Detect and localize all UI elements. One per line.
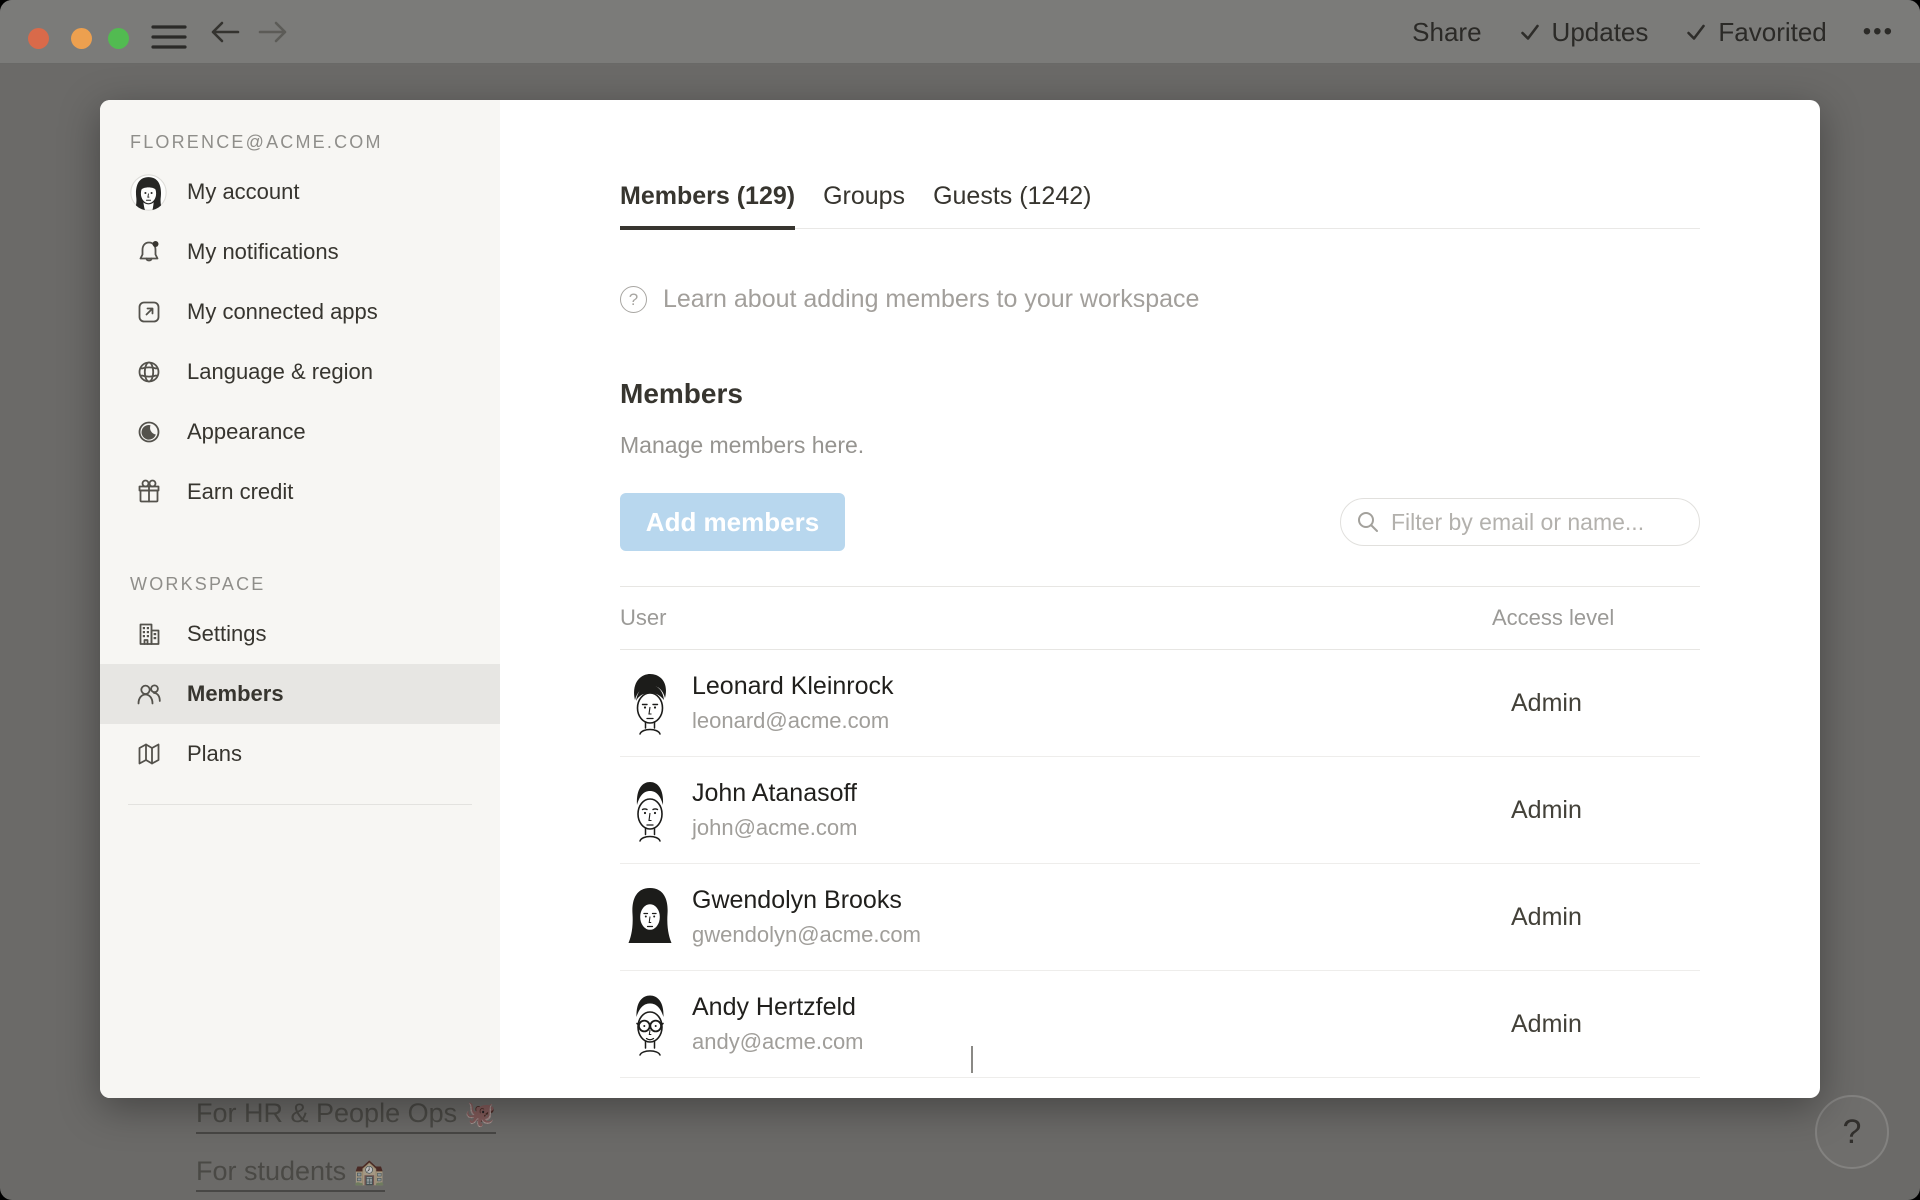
table-row[interactable]: John Atanasoff john@acme.com Admin — [620, 757, 1700, 864]
members-table-header: User Access level — [620, 586, 1700, 650]
bell-badge-icon — [130, 238, 167, 266]
members-settings-panel: Members (129) Groups Guests (1242) ? Lea… — [500, 100, 1820, 1098]
sidebar-item-appearance[interactable]: Appearance — [100, 402, 500, 462]
moon-icon — [130, 418, 167, 446]
user-avatar-icon — [130, 174, 167, 211]
table-row[interactable]: Leonard Kleinrock leonard@acme.com Admin — [620, 650, 1700, 757]
access-level-value[interactable]: Admin — [1492, 796, 1700, 825]
bg-link-students[interactable]: For students 🏫 — [196, 1156, 385, 1192]
building-icon — [130, 620, 167, 648]
sidebar-item-label: My connected apps — [187, 299, 378, 325]
workspace-section-title: WORKSPACE — [130, 576, 500, 592]
man-curly-hair-portrait-avatar — [626, 671, 674, 735]
column-header-user: User — [620, 605, 1492, 631]
text-cursor-artifact — [971, 1046, 973, 1073]
tab-guests[interactable]: Guests (1242) — [933, 182, 1091, 230]
sidebar-item-label: Earn credit — [187, 479, 293, 505]
sidebar-item-my-notifications[interactable]: My notifications — [100, 222, 500, 282]
bg-link-hr-people-ops[interactable]: For HR & People Ops 🐙 — [196, 1098, 496, 1134]
window-toolbar: Share Updates Favorited ••• — [0, 0, 1920, 64]
people-icon — [130, 680, 167, 708]
sidebar-item-label: Language & region — [187, 359, 373, 385]
man-glasses-portrait-avatar — [626, 992, 674, 1056]
access-level-value[interactable]: Admin — [1492, 1010, 1700, 1039]
sidebar-item-label: Members — [187, 681, 284, 707]
member-name: Andy Hertzfeld — [692, 993, 864, 1022]
question-circle-icon: ? — [620, 286, 647, 313]
settings-modal: FLORENCE@ACME.COM — [100, 100, 1820, 1098]
account-section-title: FLORENCE@ACME.COM — [130, 134, 500, 150]
member-name: Gwendolyn Brooks — [692, 886, 921, 915]
gift-icon — [130, 478, 167, 506]
access-level-value[interactable]: Admin — [1492, 689, 1700, 718]
more-options-button[interactable]: ••• — [1863, 18, 1894, 46]
learn-about-members-link[interactable]: ? Learn about adding members to your wor… — [620, 285, 1199, 314]
members-tabs: Members (129) Groups Guests (1242) — [620, 182, 1700, 229]
search-icon — [1355, 509, 1381, 535]
sidebar-toggle-icon[interactable] — [151, 22, 187, 52]
tab-groups[interactable]: Groups — [823, 182, 905, 230]
member-email: andy@acme.com — [692, 1029, 864, 1055]
learn-link-label: Learn about adding members to your works… — [663, 285, 1199, 314]
column-header-access-level: Access level — [1492, 605, 1700, 631]
settings-sidebar: FLORENCE@ACME.COM — [100, 100, 500, 1098]
updates-button[interactable]: Updates — [1518, 17, 1649, 48]
sidebar-item-label: Appearance — [187, 419, 306, 445]
minimize-window-button[interactable] — [71, 28, 92, 49]
members-table: User Access level — [620, 586, 1700, 1078]
back-arrow-icon[interactable] — [210, 21, 240, 43]
sidebar-item-earn-credit[interactable]: Earn credit — [100, 462, 500, 522]
close-window-button[interactable] — [28, 28, 49, 49]
access-level-value[interactable]: Admin — [1492, 903, 1700, 932]
woman-long-hair-portrait-avatar — [626, 885, 674, 949]
sidebar-item-label: Plans — [187, 741, 242, 767]
sidebar-item-label: My account — [187, 179, 300, 205]
forward-arrow-icon[interactable] — [258, 21, 288, 43]
table-row[interactable]: Gwendolyn Brooks gwendolyn@acme.com Admi… — [620, 864, 1700, 971]
external-link-icon — [130, 298, 167, 326]
favorited-button[interactable]: Favorited — [1684, 17, 1826, 48]
app-window: Share Updates Favorited ••• For HR & Peo… — [0, 0, 1920, 1200]
sidebar-item-language-region[interactable]: Language & region — [100, 342, 500, 402]
members-section-title: Members — [620, 378, 1700, 410]
question-mark-icon: ? — [1843, 1113, 1862, 1152]
sidebar-item-settings[interactable]: Settings — [100, 604, 500, 664]
octopus-emoji-icon: 🐙 — [465, 1100, 496, 1128]
add-members-button[interactable]: Add members — [620, 493, 845, 551]
sidebar-item-label: Settings — [187, 621, 267, 647]
globe-icon — [130, 358, 167, 386]
sidebar-divider — [128, 804, 472, 805]
check-icon — [1518, 20, 1542, 44]
zoom-window-button[interactable] — [108, 28, 129, 49]
help-button[interactable]: ? — [1815, 1095, 1889, 1169]
member-email: john@acme.com — [692, 815, 857, 841]
member-email: gwendolyn@acme.com — [692, 922, 921, 948]
sidebar-item-label: My notifications — [187, 239, 339, 265]
member-name: John Atanasoff — [692, 779, 857, 808]
filter-members-input[interactable] — [1340, 498, 1700, 546]
sidebar-item-members[interactable]: Members — [100, 664, 500, 724]
sidebar-item-my-connected-apps[interactable]: My connected apps — [100, 282, 500, 342]
school-emoji-icon: 🏫 — [354, 1158, 385, 1186]
share-button[interactable]: Share — [1412, 17, 1481, 48]
member-filter — [1340, 498, 1700, 546]
man-short-hair-portrait-avatar — [626, 778, 674, 842]
check-icon — [1684, 20, 1708, 44]
member-email: leonard@acme.com — [692, 708, 894, 734]
sidebar-item-my-account[interactable]: My account — [100, 162, 500, 222]
sidebar-item-plans[interactable]: Plans — [100, 724, 500, 784]
members-section-subtitle: Manage members here. — [620, 432, 1700, 459]
map-icon — [130, 740, 167, 768]
tab-members[interactable]: Members (129) — [620, 182, 795, 230]
member-name: Leonard Kleinrock — [692, 672, 894, 701]
table-row[interactable]: Andy Hertzfeld andy@acme.com Admin — [620, 971, 1700, 1078]
